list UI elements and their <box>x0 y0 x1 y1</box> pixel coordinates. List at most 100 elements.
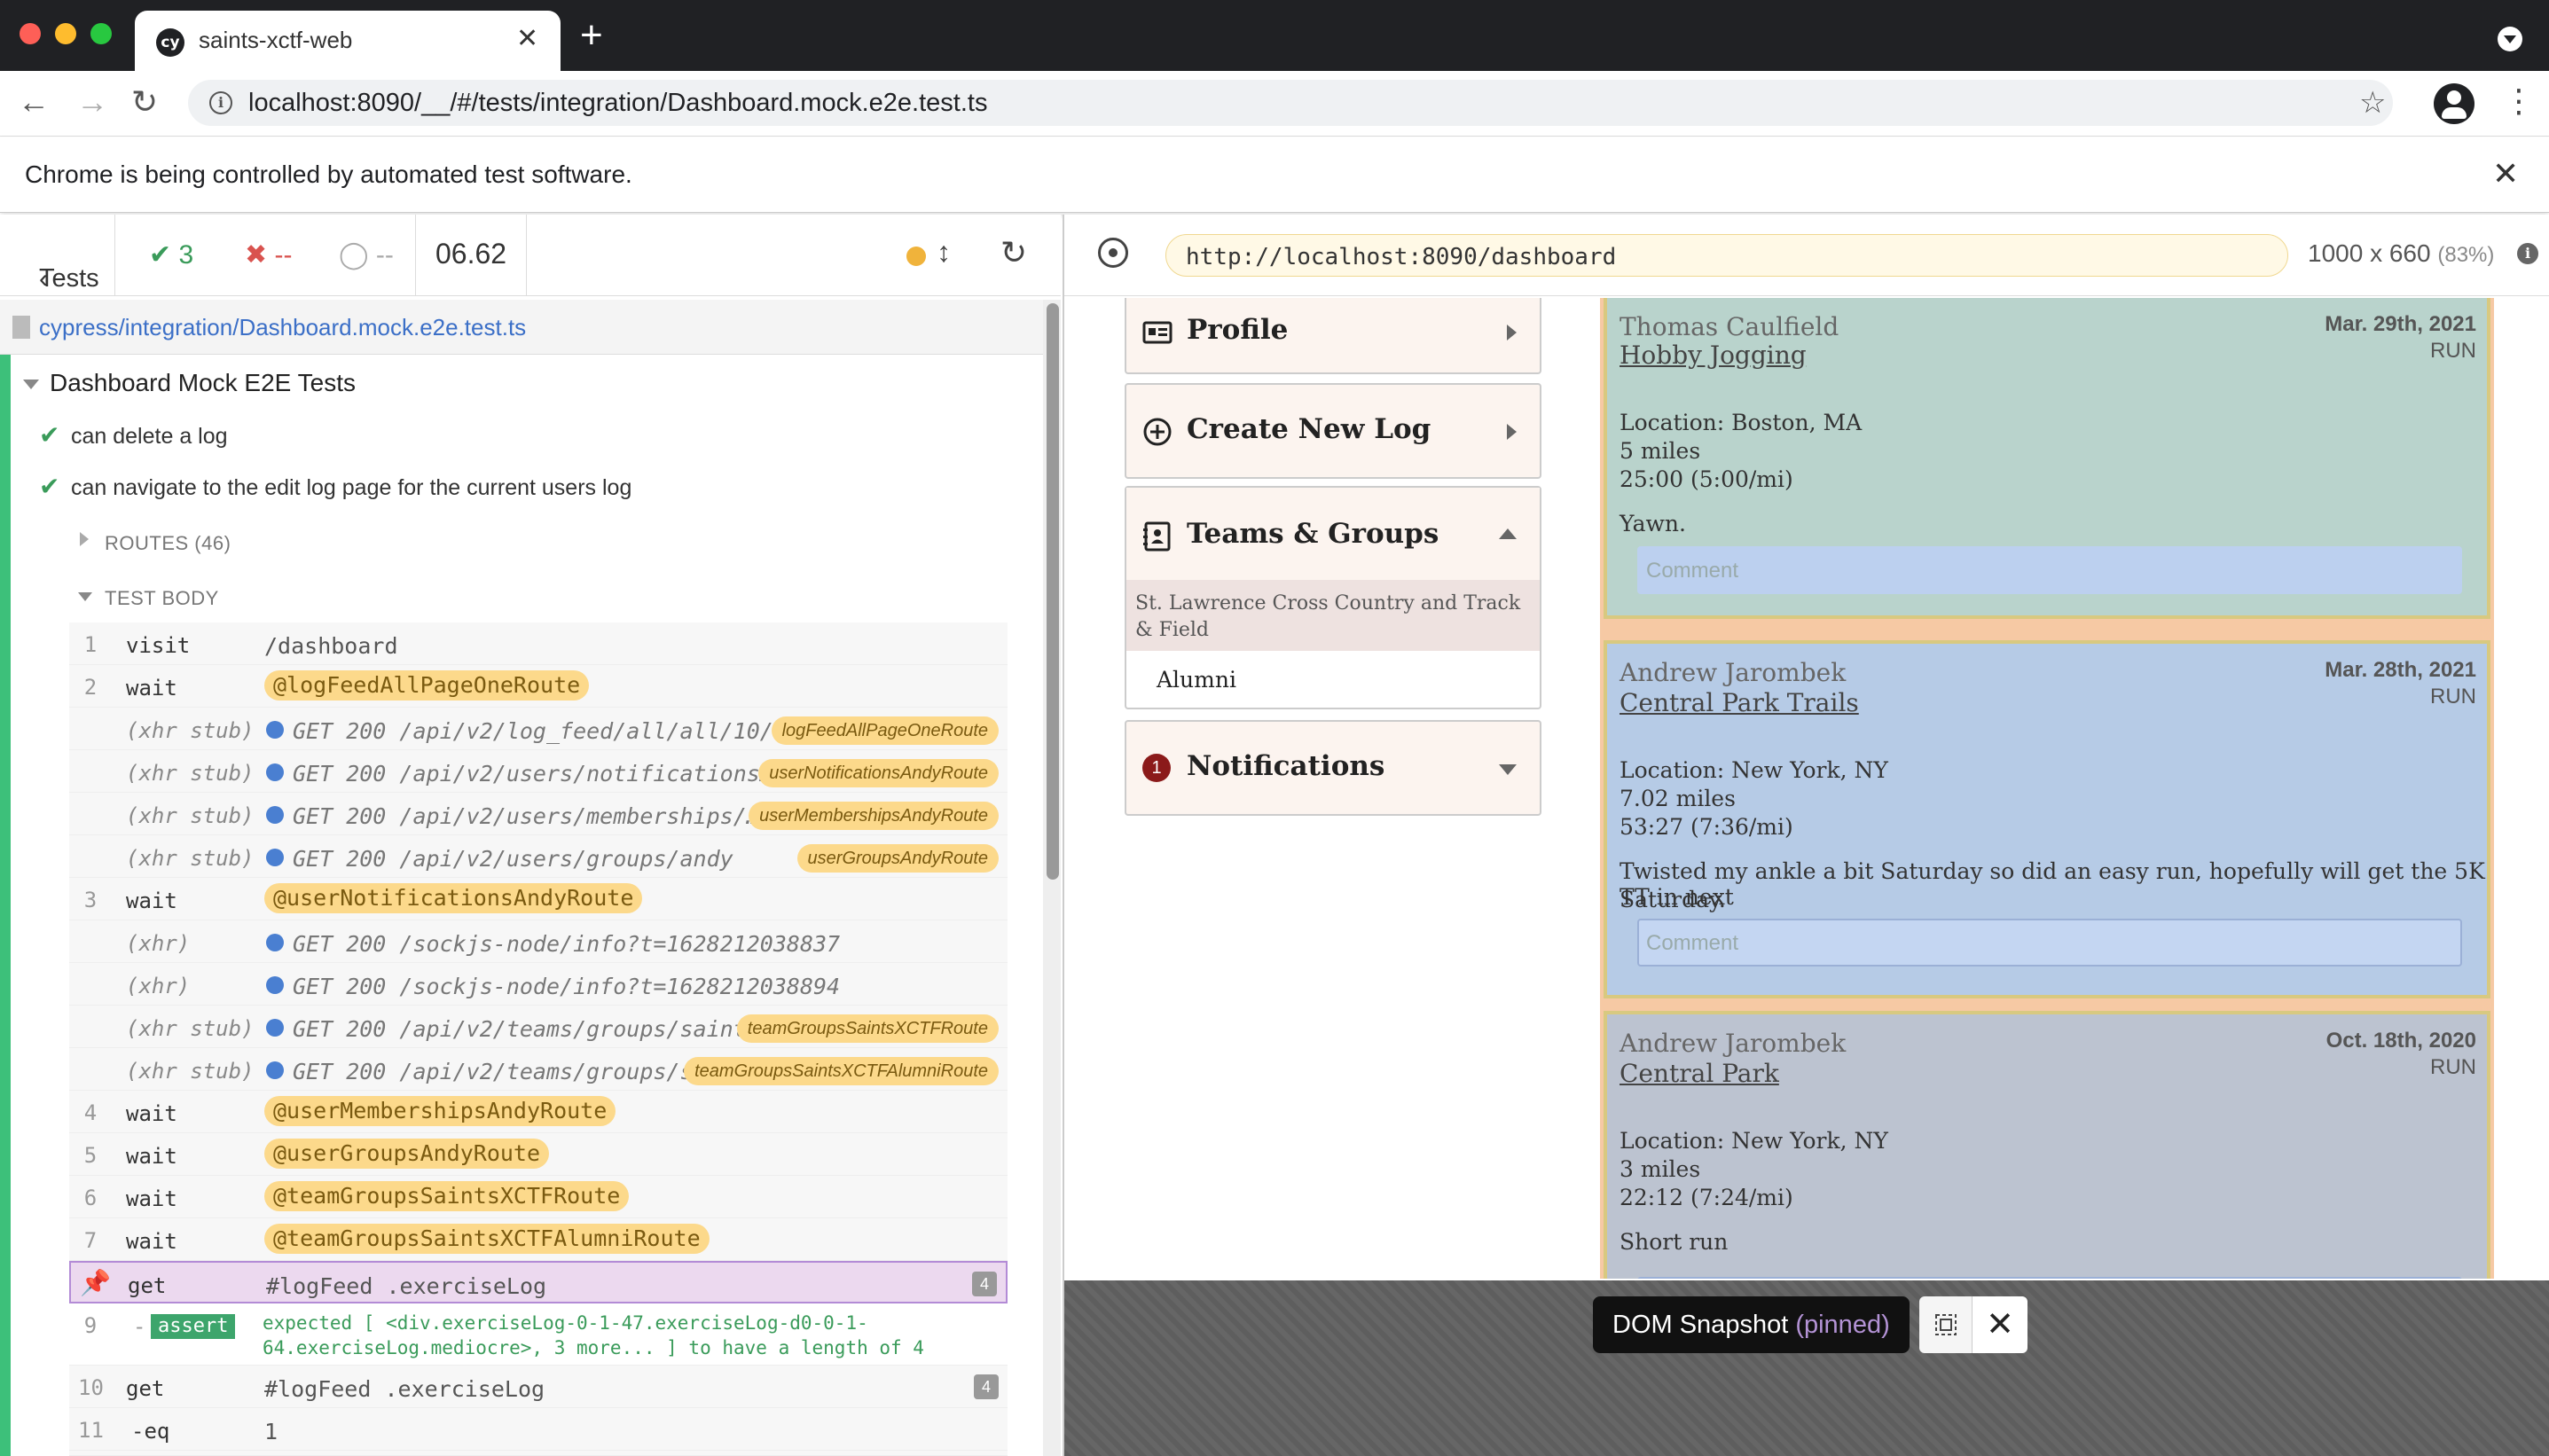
new-tab-icon[interactable]: + <box>580 16 603 55</box>
comment-input[interactable] <box>1637 1277 2462 1279</box>
pin-icon[interactable]: 📌 <box>80 1268 111 1297</box>
command-row[interactable]: 10 get #logFeed .exerciseLog 4 <box>69 1366 1008 1408</box>
snapshot-pinned-text: (pinned) <box>1795 1311 1890 1339</box>
notifications-card[interactable]: 1 Notifications <box>1125 720 1541 816</box>
command-number: 1 <box>83 632 98 657</box>
profile-avatar-icon[interactable] <box>2434 83 2474 124</box>
address-bar[interactable]: i localhost:8090/__/#/tests/integration/… <box>188 80 2393 126</box>
group-alumni-link[interactable]: Alumni <box>1157 667 1236 693</box>
pinned-command-row[interactable]: 📌 get #logFeed .exerciseLog 4 <box>69 1261 1008 1303</box>
log-title-link[interactable]: Hobby Jogging <box>1620 341 1807 370</box>
exercise-log[interactable]: Andrew Jarombek Central Park Trails Mar.… <box>1604 640 2490 998</box>
command-row[interactable]: 3 wait @userNotificationsAndyRoute <box>69 878 1008 920</box>
unpin-snapshot-close-icon[interactable]: ✕ <box>1973 1296 2027 1353</box>
log-type: RUN <box>2430 1055 2476 1079</box>
test-body-label[interactable]: TEST BODY <box>105 587 219 610</box>
log-distance: 7.02 miles <box>1620 786 1736 811</box>
routes-section-label[interactable]: ROUTES (46) <box>105 532 231 555</box>
spec-path-link[interactable]: cypress/integration/Dashboard.mock.e2e.t… <box>39 314 526 341</box>
team-item[interactable]: St. Lawrence Cross Country and Track & F… <box>1126 580 1540 651</box>
command-name: wait <box>126 1186 177 1211</box>
minimize-window-button[interactable] <box>55 23 76 44</box>
test-body-collapse-icon[interactable] <box>78 592 92 601</box>
comment-input[interactable]: Comment <box>1637 546 2462 594</box>
command-number: 10 <box>78 1375 104 1400</box>
exercise-log[interactable]: Andrew Jarombek Central Park Oct. 18th, … <box>1604 1011 2490 1279</box>
routes-expand-icon[interactable] <box>80 532 89 546</box>
browser-title-bar: cy saints-xctf-web ✕ + <box>0 0 2549 71</box>
log-title-link[interactable]: Central Park <box>1620 1059 1779 1088</box>
command-row[interactable]: (xhr stub) GET 200 /api/v2/teams/groups/… <box>69 1006 1008 1048</box>
command-row[interactable]: (xhr stub) GET 200 /api/v2/teams/groups/… <box>69 1048 1008 1091</box>
assert-badge: assert <box>151 1314 236 1339</box>
command-message: GET 200 /sockjs-node/info?t=162821203883… <box>293 931 841 957</box>
back-arrow-icon[interactable]: ← <box>18 83 50 121</box>
log-description: Yawn. <box>1620 511 1686 536</box>
command-row[interactable]: 11 -eq 1 <box>69 1408 1008 1451</box>
command-row[interactable]: (xhr stub) GET 200 /api/v2/log_feed/all/… <box>69 708 1008 750</box>
failed-count: ✖ -- <box>245 240 293 270</box>
command-row[interactable]: (xhr stub) GET 200 /api/v2/users/members… <box>69 793 1008 835</box>
command-row[interactable]: (xhr) GET 200 /sockjs-node/info?t=162821… <box>69 963 1008 1006</box>
command-row[interactable]: 7 wait @teamGroupsSaintsXCTFAlumniRoute <box>69 1218 1008 1261</box>
command-row[interactable]: 12 <box>69 1451 1008 1456</box>
caret-right-icon <box>1507 325 1517 341</box>
assert-row[interactable]: 9 - assert expected [ <div.exerciseLog-0… <box>69 1303 1008 1366</box>
profile-card[interactable]: Profile <box>1125 298 1541 374</box>
forward-arrow-icon[interactable]: → <box>76 83 108 121</box>
suite-pass-indicator <box>0 355 11 1456</box>
teams-groups-card: Teams & Groups St. Lawrence Cross Countr… <box>1125 486 1541 709</box>
log-author[interactable]: Andrew Jarombek <box>1620 1029 1846 1058</box>
viewport-info-icon[interactable]: i <box>2517 243 2538 264</box>
command-row[interactable]: 4 wait @userMembershipsAndyRoute <box>69 1091 1008 1133</box>
browser-menu-icon[interactable]: ⋮ <box>2503 85 2535 117</box>
create-new-log-card[interactable]: Create New Log <box>1125 383 1541 479</box>
browser-tab[interactable]: cy saints-xctf-web ✕ <box>135 11 561 71</box>
route-alias-tag: teamGroupsSaintsXCTFAlumniRoute <box>684 1057 999 1085</box>
command-message: GET 200 /api/v2/teams/groups/saint… <box>293 1016 760 1042</box>
reporter-scrollbar-thumb[interactable] <box>1047 303 1059 880</box>
tab-search-icon[interactable] <box>2498 27 2522 51</box>
pass-check-icon: ✔ <box>39 473 60 500</box>
suite-title[interactable]: Dashboard Mock E2E Tests <box>50 369 356 397</box>
command-name: -eq <box>131 1419 170 1444</box>
zoom-window-button[interactable] <box>90 23 112 44</box>
command-message: /dashboard <box>264 633 398 659</box>
command-row[interactable]: 2 wait @logFeedAllPageOneRoute <box>69 665 1008 708</box>
command-row[interactable]: 6 wait @teamGroupsSaintsXCTFRoute <box>69 1176 1008 1218</box>
tab-close-icon[interactable]: ✕ <box>516 23 538 54</box>
close-window-button[interactable] <box>20 23 41 44</box>
test-title[interactable]: can navigate to the edit log page for th… <box>71 475 631 501</box>
highlight-toggle-button[interactable] <box>1919 1296 1973 1353</box>
screen: cy saints-xctf-web ✕ + ← → ↻ i localhost… <box>0 0 2549 1456</box>
test-title[interactable]: can delete a log <box>71 424 228 450</box>
spec-path-bar: cypress/integration/Dashboard.mock.e2e.t… <box>0 300 1043 355</box>
log-title-link[interactable]: Central Park Trails <box>1620 688 1859 717</box>
exercise-log[interactable]: Thomas Caulfield Hobby Jogging Mar. 29th… <box>1604 298 2490 619</box>
automation-infobar: Chrome is being controlled by automated … <box>0 137 2549 213</box>
bookmark-star-icon[interactable]: ☆ <box>2359 85 2386 121</box>
suite-collapse-icon[interactable] <box>23 380 39 389</box>
infobar-close-icon[interactable]: ✕ <box>2492 155 2519 192</box>
command-row[interactable]: 5 wait @userGroupsAndyRoute <box>69 1133 1008 1176</box>
command-row[interactable]: (xhr stub) GET 200 /api/v2/users/notific… <box>69 750 1008 793</box>
command-row[interactable]: (xhr) GET 200 /sockjs-node/info?t=162821… <box>69 920 1008 963</box>
comment-input[interactable]: Comment <box>1637 919 2462 967</box>
command-name: (xhr stub) <box>126 846 255 871</box>
id-card-icon <box>1142 321 1173 344</box>
command-name: (xhr) <box>126 974 191 998</box>
assert-dash: - <box>133 1314 146 1339</box>
selector-playground-icon[interactable] <box>1098 238 1128 268</box>
resize-icon[interactable]: ↕ <box>937 236 951 269</box>
command-row[interactable]: 1 visit /dashboard <box>69 622 1008 665</box>
rerun-icon[interactable]: ↻ <box>1000 234 1027 271</box>
tests-back-button[interactable]: ‹ Tests <box>0 215 115 296</box>
log-author[interactable]: Thomas Caulfield <box>1620 312 1839 341</box>
snapshot-label-text: DOM Snapshot <box>1612 1311 1789 1339</box>
log-author[interactable]: Andrew Jarombek <box>1620 658 1846 687</box>
route-alias-tag: userNotificationsAndyRoute <box>758 759 999 787</box>
reload-icon[interactable]: ↻ <box>131 83 158 121</box>
teams-groups-header[interactable]: Teams & Groups <box>1126 488 1540 580</box>
command-row[interactable]: (xhr stub) GET 200 /api/v2/users/groups/… <box>69 835 1008 878</box>
site-info-icon[interactable]: i <box>209 91 232 114</box>
